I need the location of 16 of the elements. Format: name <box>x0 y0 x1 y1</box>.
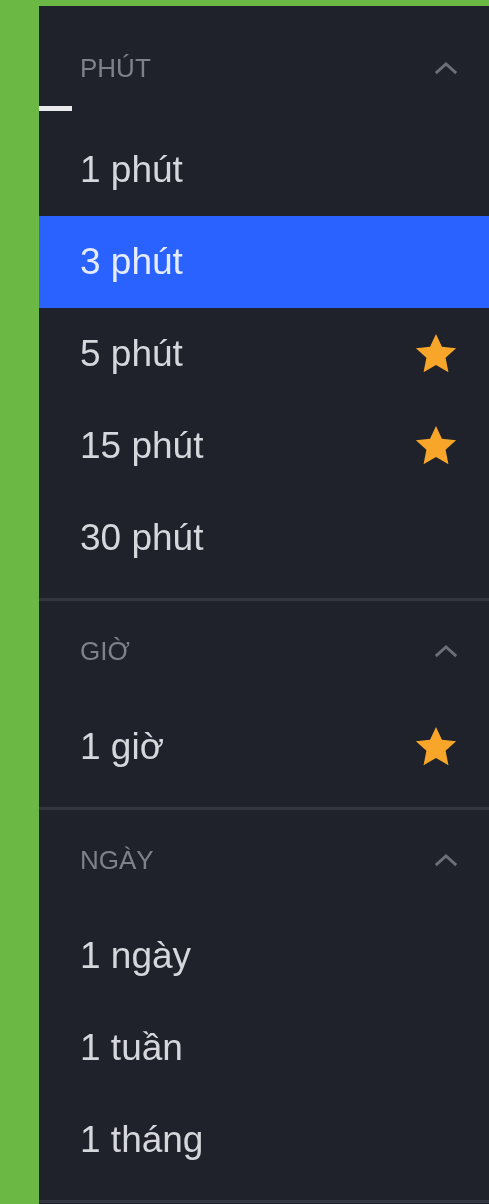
menu-item[interactable]: 1 phút <box>39 124 489 216</box>
menu-item[interactable]: 15 phút <box>39 400 489 492</box>
menu-item[interactable]: 1 tuần <box>39 1002 489 1094</box>
menu-item[interactable]: 1 tháng <box>39 1094 489 1186</box>
section-title: NGÀY <box>80 844 154 876</box>
menu-item[interactable]: 5 phút <box>39 308 489 400</box>
chevron-up-icon[interactable] <box>433 643 459 659</box>
section-title: PHÚT <box>80 52 151 84</box>
chevron-up-icon[interactable] <box>433 852 459 868</box>
dash-mark <box>39 106 72 111</box>
section-title: GIỜ <box>80 635 130 667</box>
chevron-up-icon[interactable] <box>433 60 459 76</box>
menu-item[interactable]: 3 phút <box>39 216 489 308</box>
menu-item[interactable]: 1 giờ <box>39 701 489 793</box>
menu-item[interactable]: 1 ngày <box>39 910 489 1002</box>
menu-item[interactable]: 30 phút <box>39 492 489 584</box>
